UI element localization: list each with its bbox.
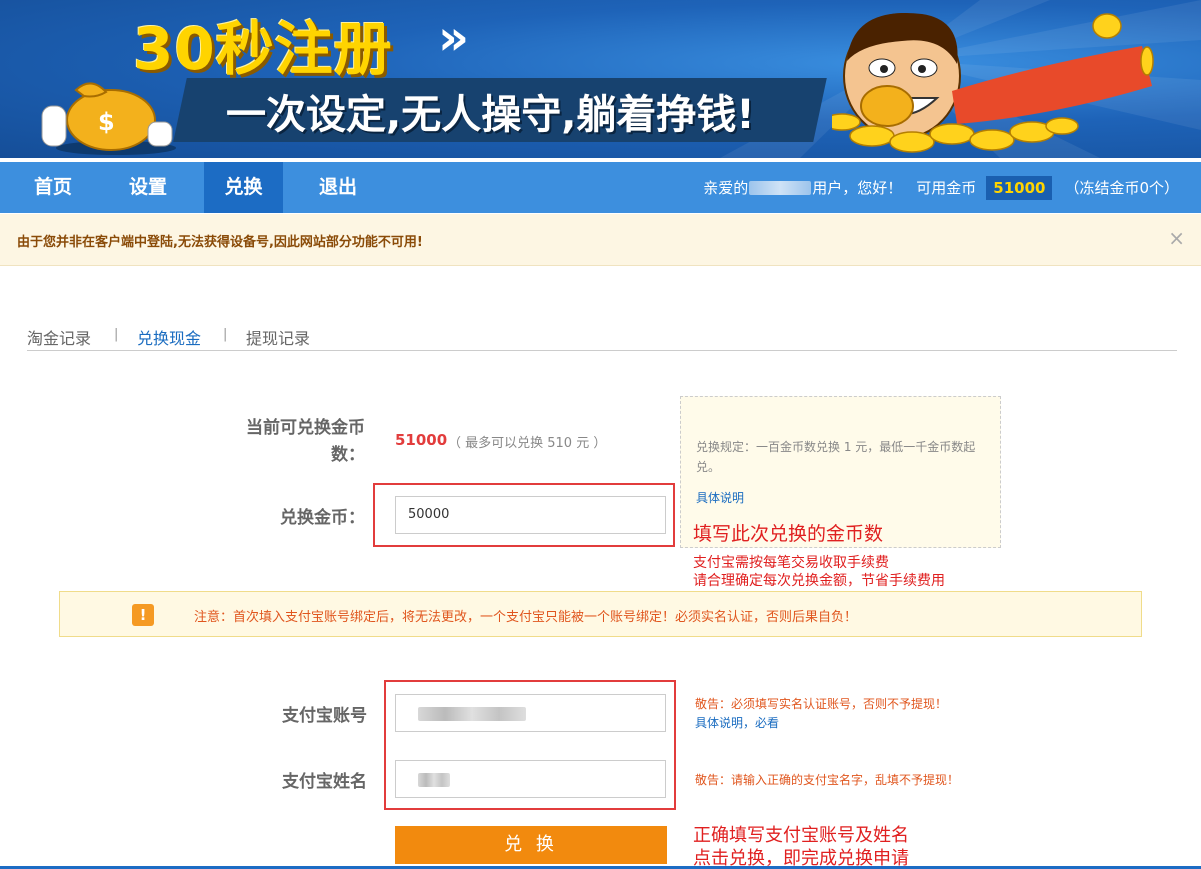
nav-item-home[interactable]: 首页 [14, 162, 92, 213]
exchange-coins-label: 兑换金币： [280, 508, 365, 528]
client-warning-text: 由于您并非在客户端中登陆,无法获得设备号,因此网站部分功能不可用! [17, 235, 423, 250]
nav-item-exchange[interactable]: 兑换 [204, 162, 283, 213]
tab-separator: | [223, 327, 228, 342]
rules-detail-link[interactable]: 具体说明 [696, 489, 744, 506]
alipay-name-input[interactable] [395, 760, 666, 798]
tab-gold-records[interactable]: 淘金记录 [27, 325, 91, 349]
banner-subtitle: 一次设定,无人操守,躺着挣钱! [226, 92, 755, 138]
blurred-name [418, 773, 450, 787]
close-icon[interactable]: × [1168, 226, 1185, 250]
cartoon-hero-icon [832, 12, 1154, 153]
tab-exchange-cash[interactable]: 兑换现金 [137, 325, 201, 349]
alipay-account-input[interactable] [395, 694, 666, 732]
main-nav: 首页 设置 兑换 退出 亲爱的 用户，您好！ 可用金币 51000 （冻结金币0… [0, 162, 1201, 213]
svg-text:$: $ [98, 108, 115, 136]
available-coins-badge: 51000 [986, 175, 1053, 200]
banner-chevron: » [438, 10, 470, 66]
current-coins-label-line2: 数： [331, 445, 365, 465]
current-coins-note: （ 最多可以兑换 510 元 ） [448, 436, 607, 451]
promo-banner: 30秒注册 » 一次设定,无人操守,躺着挣钱! $ [0, 0, 1201, 158]
tab-withdraw-records[interactable]: 提现记录 [246, 325, 310, 349]
available-coins-label: 可用金币 [916, 179, 977, 197]
binding-notice: ! 注意：首次填入支付宝账号绑定后，将无法更改，一个支付宝只能被一个账号绑定！必… [59, 591, 1142, 637]
alert-icon: ! [132, 604, 154, 626]
exchange-rules-text: 兑换规定：一百金币数兑换 1 元，最低一千金币数起兑。 [696, 440, 976, 474]
greeting-suffix: 用户，您好！ [812, 179, 903, 197]
banner-title: 30秒注册 [133, 15, 393, 83]
blurred-username [749, 180, 812, 195]
account-warning: 敬告：必须填写实名认证账号，否则不予提现！ [695, 697, 948, 711]
greeting-prefix: 亲爱的 [703, 179, 749, 197]
exchange-coins-input[interactable]: 50000 [395, 496, 666, 534]
alipay-name-label: 支付宝姓名 [282, 772, 367, 792]
account-detail-link[interactable]: 具体说明，必看 [695, 714, 779, 731]
user-info: 亲爱的 用户，您好！ 可用金币 51000 （冻结金币0个） [703, 162, 1179, 213]
blurred-account [418, 707, 526, 721]
frozen-coins: （冻结金币0个） [1064, 179, 1179, 197]
current-coins-label-line1: 当前可兑换金币 [246, 418, 365, 438]
alipay-account-label: 支付宝账号 [282, 706, 367, 726]
nav-item-settings[interactable]: 设置 [109, 162, 187, 213]
exchange-submit-button[interactable]: 兑 换 [395, 826, 667, 864]
client-warning-bar: 由于您并非在客户端中登陆,无法获得设备号,因此网站部分功能不可用! × [0, 214, 1201, 266]
tab-separator: | [114, 327, 119, 342]
money-bag-icon: $ [41, 82, 176, 155]
sub-tabs: 淘金记录 | 兑换现金 | 提现记录 [27, 325, 1177, 351]
annotation-fee-line2: 请合理确定每次兑换金额，节省手续费用 [693, 573, 945, 589]
annotation-fee-line1: 支付宝需按每笔交易收取手续费 [693, 555, 889, 571]
annotation-coin-amount: 填写此次兑换的金币数 [693, 523, 884, 545]
current-coins-value: 51000 [395, 431, 448, 449]
binding-notice-text: 注意：首次填入支付宝账号绑定后，将无法更改，一个支付宝只能被一个账号绑定！必须实… [194, 610, 858, 625]
nav-item-logout[interactable]: 退出 [299, 162, 377, 213]
name-warning: 敬告：请输入正确的支付宝名字，乱填不予提现！ [695, 773, 960, 787]
